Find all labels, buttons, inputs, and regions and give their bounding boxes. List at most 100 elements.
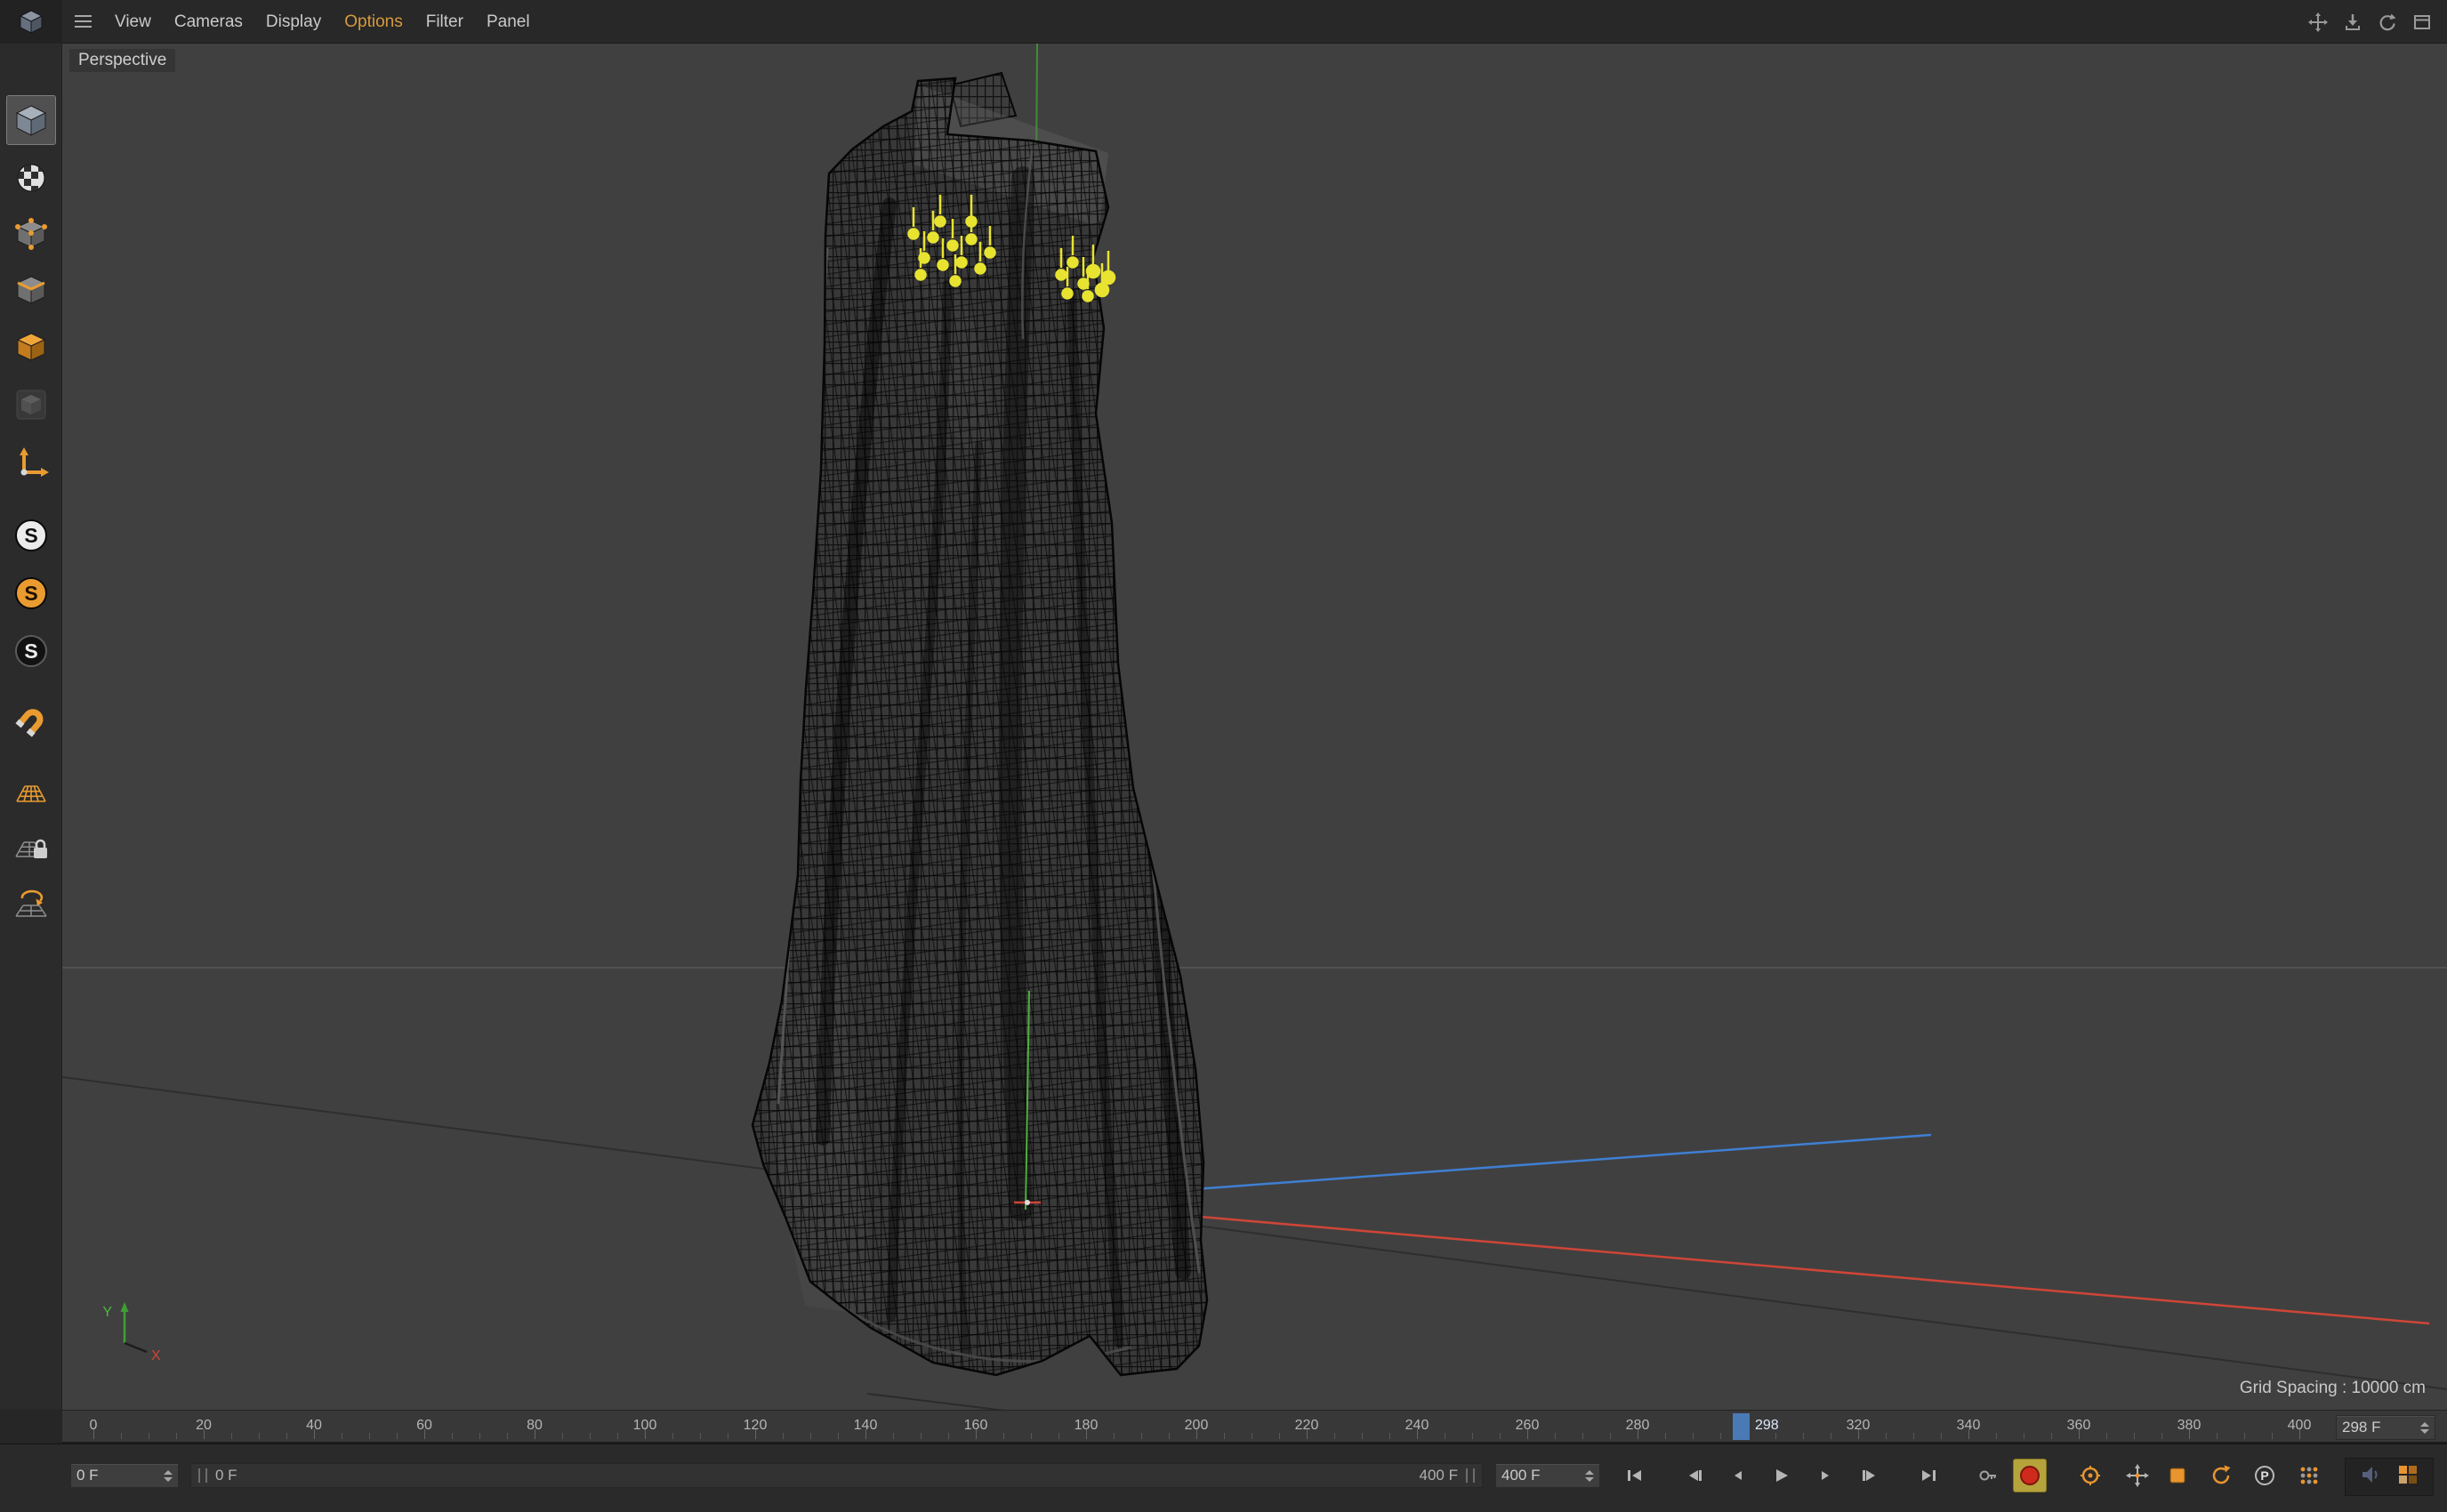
ruler-tick: 20 <box>196 1418 212 1433</box>
record-active-objects-button[interactable] <box>1972 1463 2004 1488</box>
record-parameter-icon[interactable]: P <box>2249 1463 2281 1488</box>
range-end-label: 400 F <box>1419 1467 1458 1484</box>
current-frame-marker[interactable] <box>1733 1413 1750 1440</box>
ruler-tick: 360 <box>2066 1418 2091 1433</box>
solo-single-glyph: S <box>24 581 38 605</box>
ruler-tick: 280 <box>1625 1418 1650 1433</box>
grid-spacing-label: Grid Spacing : 10000 cm <box>2239 1379 2426 1397</box>
ruler-tick: 380 <box>2177 1418 2201 1433</box>
point-mode-icon[interactable] <box>6 209 56 259</box>
preview-grid-icon[interactable] <box>2396 1463 2419 1491</box>
next-key-button[interactable] <box>1854 1463 1886 1488</box>
sync-view-icon[interactable] <box>2377 12 2398 33</box>
ruler-tick: 260 <box>1515 1418 1540 1433</box>
end-frame-value: 400 F <box>1501 1467 1541 1484</box>
timeline-ruler[interactable]: 0 20 40 60 80 100 120 140 160 180 200 22… <box>62 1410 2447 1444</box>
end-frame-field[interactable]: 400 F <box>1495 1463 1600 1488</box>
menu-display[interactable]: Display <box>254 0 333 44</box>
record-scale-icon[interactable] <box>2161 1463 2193 1488</box>
polygon-mode-icon[interactable] <box>6 322 56 372</box>
range-start-grip[interactable] <box>198 1468 207 1483</box>
current-frame-field[interactable]: 298 F <box>2336 1415 2435 1440</box>
autokey-record-icon <box>2020 1466 2040 1485</box>
pan-view-icon[interactable] <box>2307 12 2329 33</box>
goto-end-button[interactable] <box>1912 1463 1944 1488</box>
previous-frame-button[interactable] <box>1722 1463 1754 1488</box>
solo-off-icon[interactable]: S <box>6 511 56 560</box>
ruler-tick: 100 <box>632 1418 657 1433</box>
play-sound-icon[interactable] <box>2359 1463 2382 1491</box>
ruler-tick: 40 <box>306 1418 322 1433</box>
ruler-tick: 0 <box>89 1418 98 1433</box>
next-frame-button[interactable] <box>1809 1463 1841 1488</box>
start-frame-value: 0 F <box>76 1467 99 1484</box>
world-grid <box>62 44 2447 1410</box>
menu-view[interactable]: View <box>103 0 163 44</box>
current-frame-field-value: 298 F <box>2342 1419 2381 1436</box>
solo-single-icon[interactable]: S <box>6 568 56 618</box>
mode-toolbar: S S S <box>0 44 62 1410</box>
play-button[interactable] <box>1766 1463 1798 1488</box>
ruler-tick: 140 <box>853 1418 878 1433</box>
align-workplane-icon[interactable] <box>6 881 56 930</box>
app-icon <box>0 0 62 44</box>
end-frame-stepper[interactable] <box>1580 1469 1594 1482</box>
goto-start-button[interactable] <box>1619 1463 1651 1488</box>
frame-range-slider[interactable]: 0 F 400 F <box>190 1463 1483 1488</box>
record-position-icon[interactable] <box>2121 1463 2153 1488</box>
previous-key-button[interactable] <box>1678 1463 1710 1488</box>
record-rotation-icon[interactable] <box>2205 1463 2237 1488</box>
ruler-tick: 60 <box>416 1418 432 1433</box>
gizmo-y-label: Y <box>102 1305 112 1320</box>
viewport-name-menu[interactable]: Perspective <box>69 49 176 72</box>
lock-workplane-icon[interactable] <box>6 823 56 873</box>
viewport-window-controls <box>2307 0 2433 44</box>
menu-options[interactable]: Options <box>333 0 414 44</box>
ruler-tick: 400 <box>2287 1418 2312 1433</box>
grid-line <box>62 1076 2447 1390</box>
parameter-glyph: P <box>2260 1468 2268 1483</box>
solo-hierarchy-glyph: S <box>24 639 38 663</box>
autokeying-button[interactable] <box>2013 1459 2047 1492</box>
solo-hierarchy-icon[interactable]: S <box>6 626 56 676</box>
model-mode-icon[interactable] <box>6 95 56 145</box>
solo-off-glyph: S <box>24 523 38 547</box>
cinema4d-window: View Cameras Display Options Filter Pane… <box>0 0 2447 1512</box>
axis-gizmo: Y X <box>102 1302 161 1363</box>
ruler-tick: 220 <box>1294 1418 1319 1433</box>
current-frame-label: 298 <box>1755 1418 1779 1433</box>
texture-mode-icon[interactable] <box>6 153 56 203</box>
menu-panel[interactable]: Panel <box>475 0 542 44</box>
enable-axis-icon[interactable] <box>6 437 56 487</box>
ruler-tick: 80 <box>527 1418 543 1433</box>
viewport-canvas[interactable]: Y X Perspective Grid Spacing : 10000 cm <box>62 44 2447 1410</box>
viewport-menubar: View Cameras Display Options Filter Pane… <box>0 0 2447 44</box>
ruler-tick: 160 <box>963 1418 988 1433</box>
start-frame-field[interactable]: 0 F <box>70 1463 179 1488</box>
download-view-icon[interactable] <box>2342 12 2363 33</box>
ruler-tick: 120 <box>743 1418 768 1433</box>
frame-field-stepper[interactable] <box>2415 1421 2429 1434</box>
enable-snap-icon[interactable] <box>6 696 56 746</box>
keyframe-selection-icon[interactable] <box>2074 1463 2106 1488</box>
gizmo-x-label: X <box>151 1348 161 1363</box>
cube-app-icon <box>19 10 44 34</box>
record-pla-icon[interactable] <box>2293 1463 2325 1488</box>
tweak-mode-icon[interactable] <box>6 380 56 430</box>
menu-cameras[interactable]: Cameras <box>163 0 254 44</box>
ruler-tick: 200 <box>1184 1418 1209 1433</box>
edge-mode-icon[interactable] <box>6 265 56 315</box>
grid-line-near <box>866 1393 1005 1410</box>
x-axis-line <box>1025 1200 2430 1325</box>
ruler-tick: 180 <box>1074 1418 1099 1433</box>
toggle-panel-icon[interactable] <box>2411 12 2433 33</box>
scene-render: Y X <box>62 44 2447 1410</box>
workplane-icon[interactable] <box>6 767 56 816</box>
menu-filter[interactable]: Filter <box>415 0 475 44</box>
range-end-grip[interactable] <box>1466 1468 1475 1483</box>
animation-transport-bar: 0 F 0 F 400 F 400 F P <box>0 1444 2447 1512</box>
timeline-extra-toggles <box>2345 1458 2434 1496</box>
start-frame-stepper[interactable] <box>158 1469 173 1482</box>
ruler-tick: 240 <box>1405 1418 1429 1433</box>
viewport-menu-icon[interactable] <box>62 0 103 44</box>
